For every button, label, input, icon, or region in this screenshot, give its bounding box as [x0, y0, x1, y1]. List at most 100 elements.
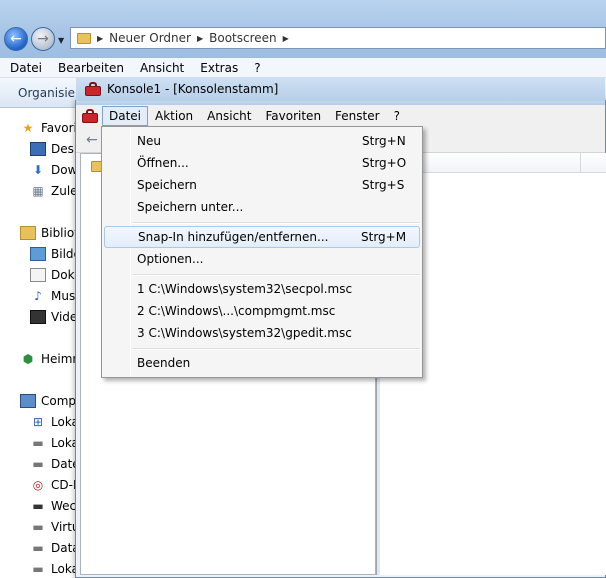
menu-item-label: Beenden [137, 356, 191, 370]
sidebar-label: Comp [41, 394, 77, 408]
sidebar-label: Wec [51, 499, 77, 513]
mmc-menu-fenster[interactable]: Fenster [328, 106, 387, 126]
menu-item-shortcut: Strg+O [362, 156, 407, 170]
folder-icon [77, 32, 91, 44]
sidebar-computer[interactable]: Comp [20, 394, 76, 408]
explorer-menu-bearbeiten[interactable]: Bearbeiten [58, 61, 124, 75]
sidebar-label: Zule [51, 184, 78, 198]
menu-item-label: Snap-In hinzufügen/entfernen... [138, 230, 329, 244]
menu-item-label: Öffnen... [137, 156, 189, 170]
chevron-right-icon[interactable]: ▶ [97, 34, 103, 43]
desktop-icon [30, 142, 46, 156]
back-button[interactable]: ← [4, 27, 28, 51]
menu-item-recent-2[interactable]: 2 C:\Windows\...\compmgmt.msc [104, 300, 420, 322]
sidebar-label: Dow [51, 163, 78, 177]
toolbox-icon[interactable] [82, 109, 98, 123]
menu-item-speichern-unter[interactable]: Speichern unter... [104, 196, 420, 218]
star-icon: ★ [22, 121, 34, 135]
hard-drive-icon: ▬ [32, 520, 44, 534]
sidebar-item[interactable]: ▦ Zule [30, 184, 78, 198]
sidebar-item[interactable]: ▬ Wec [30, 499, 76, 513]
column-separator[interactable] [580, 153, 581, 173]
menu-item-shortcut: Strg+M [361, 230, 407, 244]
mmc-menu-datei[interactable]: Datei [102, 106, 149, 126]
system-drive-icon: ⊞ [32, 415, 44, 429]
sidebar-item[interactable]: ▬ Loka [30, 562, 79, 576]
homegroup-icon: ⬢ [22, 352, 34, 366]
menu-item-recent-1[interactable]: 1 C:\Windows\system32\secpol.msc [104, 278, 420, 300]
mmc-menu-ansicht[interactable]: Ansicht [200, 106, 258, 126]
hard-drive-icon: ▬ [32, 436, 44, 450]
menu-separator [132, 348, 420, 350]
videos-icon [30, 310, 46, 324]
documents-icon [30, 268, 46, 282]
menu-item-shortcut: Strg+N [362, 134, 406, 148]
sidebar-item[interactable]: Doku [30, 268, 82, 282]
mmc-menu-help[interactable]: ? [387, 106, 407, 126]
mmc-titlebar[interactable]: Konsole1 - [Konsolenstamm] [76, 77, 605, 101]
mmc-menubar: Datei Aktion Ansicht Favoriten Fenster ? [76, 105, 605, 127]
explorer-menu-ansicht[interactable]: Ansicht [140, 61, 184, 75]
breadcrumb-item[interactable]: Neuer Ordner [109, 31, 191, 45]
menu-item-beenden[interactable]: Beenden [104, 352, 420, 374]
menu-item-neu[interactable]: Neu Strg+N [104, 130, 420, 152]
menu-item-optionen[interactable]: Optionen... [104, 248, 420, 270]
chevron-right-icon[interactable]: ▶ [283, 34, 289, 43]
sidebar-label: Vide [51, 310, 78, 324]
sidebar-item[interactable]: ⊞ Loka [30, 415, 79, 429]
forward-button[interactable]: → [31, 27, 55, 51]
explorer-menubar: Datei Bearbeiten Ansicht Extras ? [0, 58, 606, 78]
menu-item-recent-3[interactable]: 3 C:\Windows\system32\gpedit.msc [104, 322, 420, 344]
sidebar-item[interactable]: ▬ Date [30, 457, 79, 471]
menu-separator [132, 222, 420, 224]
navigation-pane: ★ Favorit Desk ⬇ Dow ▦ Zule Bibliot Bild… [0, 108, 82, 578]
menu-item-snapin[interactable]: Snap-In hinzufügen/entfernen... Strg+M [104, 226, 420, 248]
sidebar-item[interactable]: ♪ Musi [30, 289, 78, 303]
breadcrumb-item[interactable]: Bootscreen [209, 31, 277, 45]
sidebar-item[interactable]: ◎ CD-L [30, 478, 80, 492]
menu-item-label: 3 C:\Windows\system32\gpedit.msc [137, 326, 352, 340]
library-icon [20, 226, 36, 240]
menu-item-label: Optionen... [137, 252, 204, 266]
sidebar-item[interactable]: Desk [30, 142, 81, 156]
sidebar-favorites[interactable]: ★ Favorit [20, 121, 82, 135]
sidebar-item[interactable]: ▬ Data [30, 541, 79, 555]
menu-item-label: 1 C:\Windows\system32\secpol.msc [137, 282, 353, 296]
mmc-menu-aktion[interactable]: Aktion [148, 106, 200, 126]
back-arrow-icon[interactable]: ← [86, 132, 98, 148]
mmc-title: Konsole1 - [Konsolenstamm] [107, 82, 279, 96]
history-dropdown-icon[interactable]: ▼ [58, 36, 64, 45]
hard-drive-icon: ▬ [32, 541, 44, 555]
pictures-icon [30, 247, 46, 261]
menu-item-label: Speichern unter... [137, 200, 244, 214]
menu-item-speichern[interactable]: Speichern Strg+S [104, 174, 420, 196]
explorer-menu-help[interactable]: ? [254, 61, 260, 75]
downloads-icon: ⬇ [32, 163, 44, 177]
menu-item-label: Neu [137, 134, 161, 148]
explorer-menu-datei[interactable]: Datei [10, 61, 42, 75]
explorer-navigation-bar: ← → ▼ ▶ Neuer Ordner ▶ Bootscreen ▶ [0, 0, 606, 58]
mmc-menu-favoriten[interactable]: Favoriten [258, 106, 328, 126]
chevron-right-icon[interactable]: ▶ [197, 34, 203, 43]
sidebar-item[interactable]: ⬇ Dow [30, 163, 77, 177]
music-icon: ♪ [34, 289, 42, 303]
sidebar-item[interactable]: ▬ Virtu [30, 520, 79, 534]
menu-item-label: Speichern [137, 178, 197, 192]
menu-separator [132, 274, 420, 276]
toolbox-icon [85, 82, 101, 96]
menu-item-shortcut: Strg+S [362, 178, 405, 192]
sidebar-label: Bibliot [41, 226, 79, 240]
sidebar-homegroup[interactable]: ⬢ Heimn [20, 352, 80, 366]
hard-drive-icon: ▬ [32, 457, 44, 471]
menu-item-oeffnen[interactable]: Öffnen... Strg+O [104, 152, 420, 174]
sidebar-item[interactable]: Vide [30, 310, 77, 324]
sidebar-libraries[interactable]: Bibliot [20, 226, 79, 240]
sidebar-item[interactable]: ▬ Loka [30, 436, 79, 450]
computer-icon [20, 394, 36, 408]
recent-places-icon: ▦ [32, 184, 44, 198]
sidebar-item[interactable]: Bilde [30, 247, 81, 261]
hard-drive-icon: ▬ [32, 562, 44, 576]
explorer-menu-extras[interactable]: Extras [200, 61, 238, 75]
datei-dropdown-menu: Neu Strg+N Öffnen... Strg+O Speichern St… [101, 126, 423, 378]
address-bar[interactable]: ▶ Neuer Ordner ▶ Bootscreen ▶ [70, 27, 606, 49]
